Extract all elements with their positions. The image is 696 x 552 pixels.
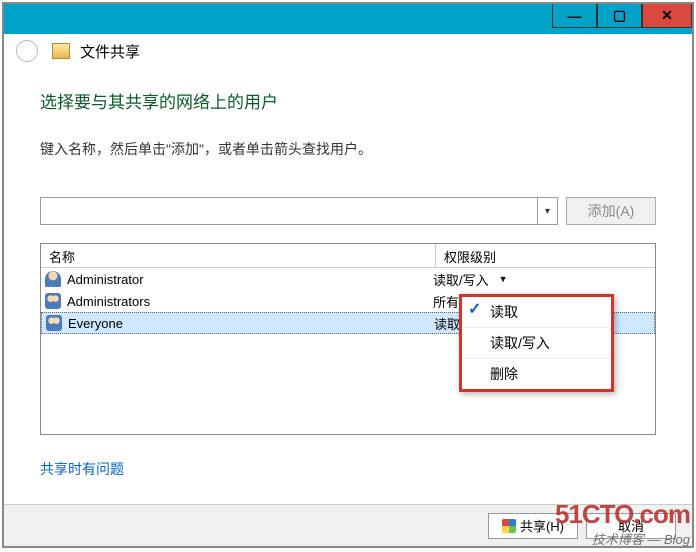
user-icon (45, 271, 61, 287)
user-name-cell: Administrator (67, 272, 144, 287)
permission-dropdown: 读取读取/写入删除 (459, 294, 614, 392)
help-link[interactable]: 共享时有问题 (40, 459, 124, 479)
cancel-button[interactable]: 取消 (586, 513, 676, 539)
user-combo-input[interactable]: ▾ (40, 197, 558, 225)
chevron-down-icon[interactable]: ▼ (499, 274, 508, 284)
user-icon (46, 315, 62, 331)
dropdown-item[interactable]: 读取 (462, 297, 611, 328)
column-header-name[interactable]: 名称 (41, 244, 436, 267)
chevron-down-icon[interactable]: ▾ (537, 198, 557, 224)
shield-icon (502, 519, 516, 533)
back-button[interactable] (16, 40, 38, 62)
maximize-button[interactable]: ▢ (597, 4, 642, 28)
dropdown-item[interactable]: 读取/写入 (462, 328, 611, 359)
instruction-text: 键入名称，然后单击"添加"，或者单击箭头查找用户。 (40, 139, 656, 159)
dropdown-item[interactable]: 删除 (462, 359, 611, 389)
add-button[interactable]: 添加(A) (566, 197, 656, 225)
user-icon (45, 293, 61, 309)
permission-cell[interactable]: 读取 (434, 314, 460, 333)
folder-icon (52, 43, 70, 59)
minimize-button[interactable]: — (552, 4, 597, 28)
share-button-label: 共享(H) (520, 516, 564, 535)
share-button[interactable]: 共享(H) (488, 513, 578, 539)
title-bar: — ▢ ✕ (4, 4, 692, 34)
page-heading: 选择要与其共享的网络上的用户 (40, 88, 656, 113)
column-header-permission[interactable]: 权限级别 (436, 244, 655, 267)
user-name-cell: Everyone (68, 316, 123, 331)
permission-cell[interactable]: 读取/写入 (433, 270, 489, 289)
table-row[interactable]: Administrator 读取/写入 ▼ (41, 268, 655, 290)
close-button[interactable]: ✕ (642, 4, 692, 28)
user-name-cell: Administrators (67, 294, 150, 309)
window-title: 文件共享 (80, 41, 140, 62)
